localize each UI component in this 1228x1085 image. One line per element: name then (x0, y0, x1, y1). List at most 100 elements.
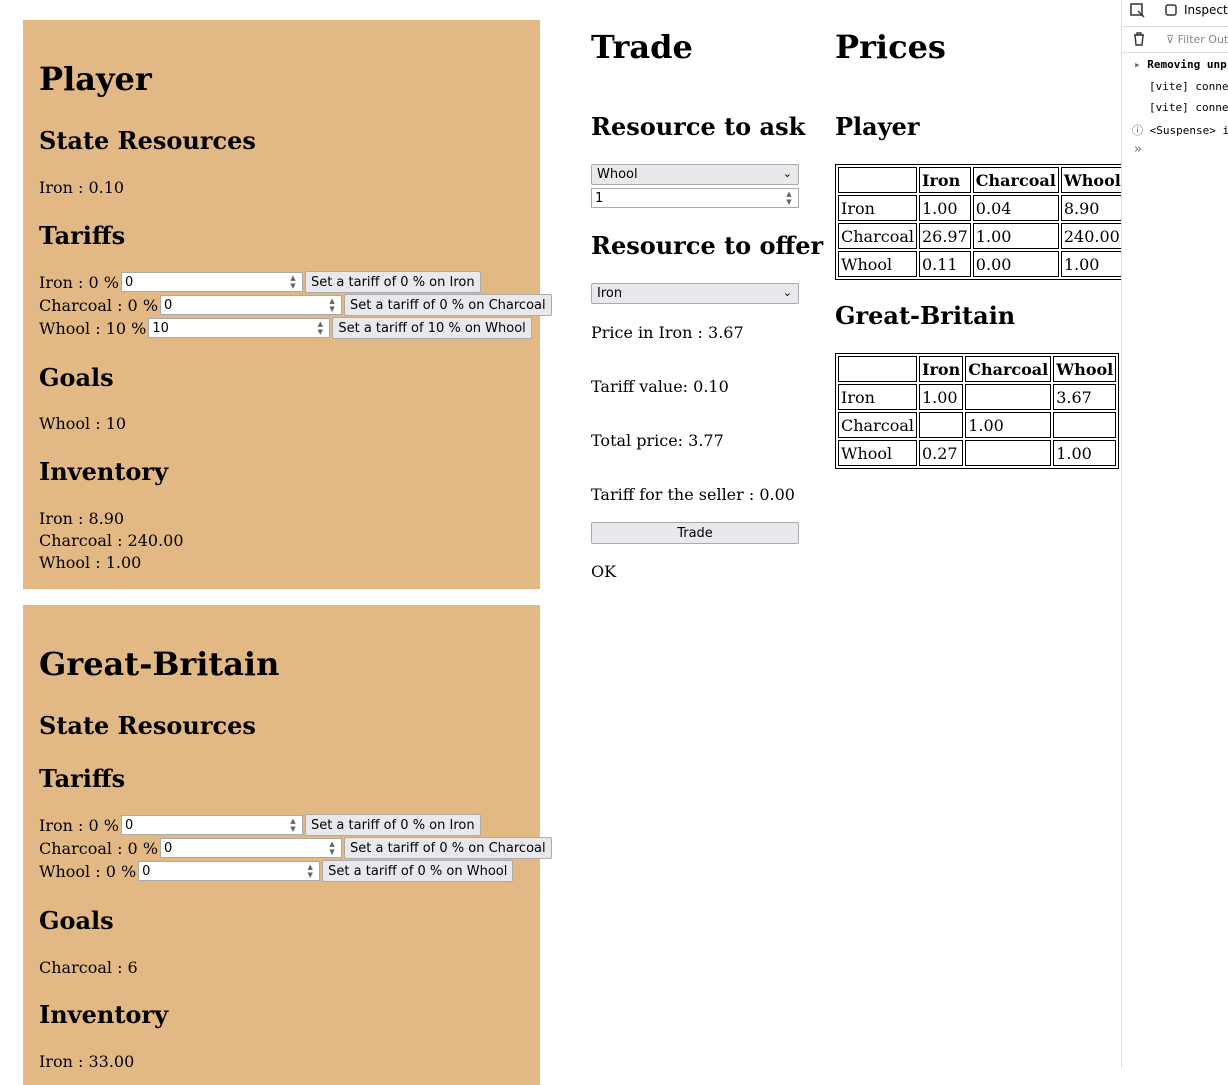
table-cell: 26.97 (918, 223, 971, 249)
table-cell (965, 384, 1052, 410)
table-row: Iron 1.00 0.04 8.90 (838, 195, 1124, 221)
table-header-cell: Charcoal (972, 167, 1059, 193)
chevron-down-icon: ⌄ (782, 167, 792, 180)
table-cell: Whool (838, 440, 917, 466)
player-tariff-row-whool: Whool : 10 % 10 ▲ ▼ Set a tariff of 10 % o… (39, 317, 532, 339)
player-inventory-iron: Iron : 8.90 (39, 508, 125, 528)
tariff-input[interactable]: 10 ▲ ▼ (148, 318, 331, 338)
table-row: Charcoal 26.97 1.00 240.00 (838, 223, 1124, 249)
filter-output-input[interactable]: ⊽ Filter Outp (1166, 33, 1228, 46)
trash-icon[interactable] (1132, 31, 1146, 50)
seller-tariff-text: Tariff for the seller : 0.00 (591, 485, 795, 504)
ask-resource-select[interactable]: Whool ⌄ (591, 164, 799, 185)
element-picker-icon[interactable] (1130, 3, 1146, 22)
expand-arrow-icon[interactable]: ▸ (1134, 58, 1141, 71)
table-header-cell: Iron (918, 356, 964, 382)
tariff-label: Charcoal : 0 % (39, 838, 159, 858)
table-cell: Iron (838, 384, 917, 410)
tariff-input[interactable]: 0 ▲ ▼ (160, 838, 343, 858)
table-cell: 0.27 (918, 440, 964, 466)
player-tariff-row-iron: Iron : 0 % 0 ▲ ▼ Set a tariff of 0 % on Ir… (39, 271, 481, 293)
table-cell: 1.00 (1053, 440, 1117, 466)
spinner-icon[interactable]: ▲ ▼ (313, 320, 327, 336)
chevron-down-icon: ⌄ (782, 286, 792, 299)
table-header-row: Iron Charcoal Whool (838, 167, 1124, 193)
table-cell: 3.67 (1053, 384, 1117, 410)
table-header-cell: Iron (918, 167, 971, 193)
set-tariff-button[interactable]: Set a tariff of 0 % on Whool (322, 860, 514, 882)
trade-button[interactable]: Trade (591, 522, 799, 544)
tariff-label: Iron : 0 % (39, 815, 119, 835)
player-goal: Whool : 10 (39, 413, 127, 433)
prices-player-heading: Player (835, 112, 920, 141)
spinner-icon[interactable]: ▲ ▼ (782, 190, 796, 206)
player-inventory-heading: Inventory (39, 457, 169, 486)
set-tariff-button[interactable]: Set a tariff of 0 % on Iron (304, 271, 481, 293)
gb-title: Great-Britain (39, 645, 280, 683)
player-inventory-charcoal: Charcoal : 240.00 (39, 530, 184, 550)
gb-inventory-iron: Iron : 33.00 (39, 1051, 135, 1071)
table-cell (1053, 412, 1117, 438)
console-line: ⓘ <Suspense> i (1132, 124, 1228, 137)
player-goals-heading: Goals (39, 363, 114, 392)
tariff-input[interactable]: 0 ▲ ▼ (160, 295, 343, 315)
set-tariff-button[interactable]: Set a tariff of 0 % on Iron (304, 814, 481, 836)
table-cell: Whool (838, 251, 917, 277)
table-cell: 0.00 (972, 251, 1059, 277)
table-cell: 0.04 (972, 195, 1059, 221)
console-prompt-icon[interactable]: » (1134, 142, 1142, 157)
tariff-input[interactable]: 0 ▲ ▼ (138, 861, 321, 881)
table-cell: Iron (838, 195, 917, 221)
gb-tariff-row-whool: Whool : 0 % 0 ▲ ▼ Set a tariff of 0 % on W… (39, 860, 514, 882)
set-tariff-button[interactable]: Set a tariff of 0 % on Charcoal (344, 837, 552, 859)
player-tariffs-heading: Tariffs (39, 221, 126, 250)
table-cell: Charcoal (838, 412, 917, 438)
tariff-input[interactable]: 0 ▲ ▼ (120, 815, 303, 835)
player-tariff-row-charcoal: Charcoal : 0 % 0 ▲ ▼ Set a tariff of 0 % o… (39, 294, 552, 316)
prices-gb-table: Iron Charcoal Whool Iron 1.00 3.67 Charc… (835, 353, 1120, 469)
table-header-cell: Whool (1053, 356, 1117, 382)
offer-resource-select[interactable]: Iron ⌄ (591, 283, 799, 304)
gb-goals-heading: Goals (39, 906, 114, 935)
tab-inspector[interactable]: Inspecto (1164, 3, 1228, 17)
great-britain-panel: Great-Britain State Resources Tariffs Ir… (23, 605, 552, 1085)
spinner-icon[interactable]: ▲ ▼ (286, 274, 300, 290)
spinner-icon[interactable]: ▲ ▼ (325, 297, 339, 313)
console-line[interactable]: ▸ Removing unp (1134, 58, 1227, 71)
tariff-input[interactable]: 0 ▲ ▼ (120, 272, 303, 292)
spinner-icon[interactable]: ▲ ▼ (325, 840, 339, 856)
table-cell (918, 412, 964, 438)
gb-goal: Charcoal : 6 (39, 957, 138, 977)
gb-inventory-heading: Inventory (39, 1000, 169, 1029)
ask-heading: Resource to ask (591, 112, 806, 141)
table-row: Charcoal 1.00 (838, 412, 1117, 438)
console-line: [vite] conne (1149, 101, 1228, 114)
table-header-cell: Whool (1060, 167, 1124, 193)
table-cell: 0.11 (918, 251, 971, 277)
tariff-label: Whool : 10 % (39, 318, 147, 338)
spinner-icon[interactable]: ▲ ▼ (303, 863, 317, 879)
table-row: Whool 0.27 1.00 (838, 440, 1117, 466)
offer-heading: Resource to offer (591, 231, 824, 260)
prices-gb-heading: Great-Britain (835, 301, 1016, 330)
table-header-row: Iron Charcoal Whool (838, 356, 1117, 382)
table-row: Whool 0.11 0.00 1.00 (838, 251, 1124, 277)
set-tariff-button[interactable]: Set a tariff of 10 % on Whool (332, 317, 532, 339)
table-cell (965, 440, 1052, 466)
player-state-resource-iron: Iron : 0.10 (39, 177, 125, 197)
table-cell: 240.00 (1060, 223, 1124, 249)
player-title: Player (39, 60, 152, 98)
spinner-icon[interactable]: ▲ ▼ (286, 817, 300, 833)
gb-state-resources-heading: State Resources (39, 711, 256, 740)
inspector-icon (1165, 4, 1177, 16)
table-cell: 8.90 (1060, 195, 1124, 221)
table-row: Iron 1.00 3.67 (838, 384, 1117, 410)
gb-tariff-row-charcoal: Charcoal : 0 % 0 ▲ ▼ Set a tariff of 0 % o… (39, 837, 552, 859)
table-cell: 1.00 (918, 384, 964, 410)
set-tariff-button[interactable]: Set a tariff of 0 % on Charcoal (344, 294, 552, 316)
tariff-value-text: Tariff value: 0.10 (591, 377, 729, 396)
player-panel: Player State Resources Iron : 0.10 Tarif… (23, 20, 552, 589)
ask-quantity-input[interactable]: 1 ▲ ▼ (591, 188, 799, 208)
player-inventory-whool: Whool : 1.00 (39, 552, 142, 572)
console-line: [vite] conne (1149, 80, 1228, 93)
